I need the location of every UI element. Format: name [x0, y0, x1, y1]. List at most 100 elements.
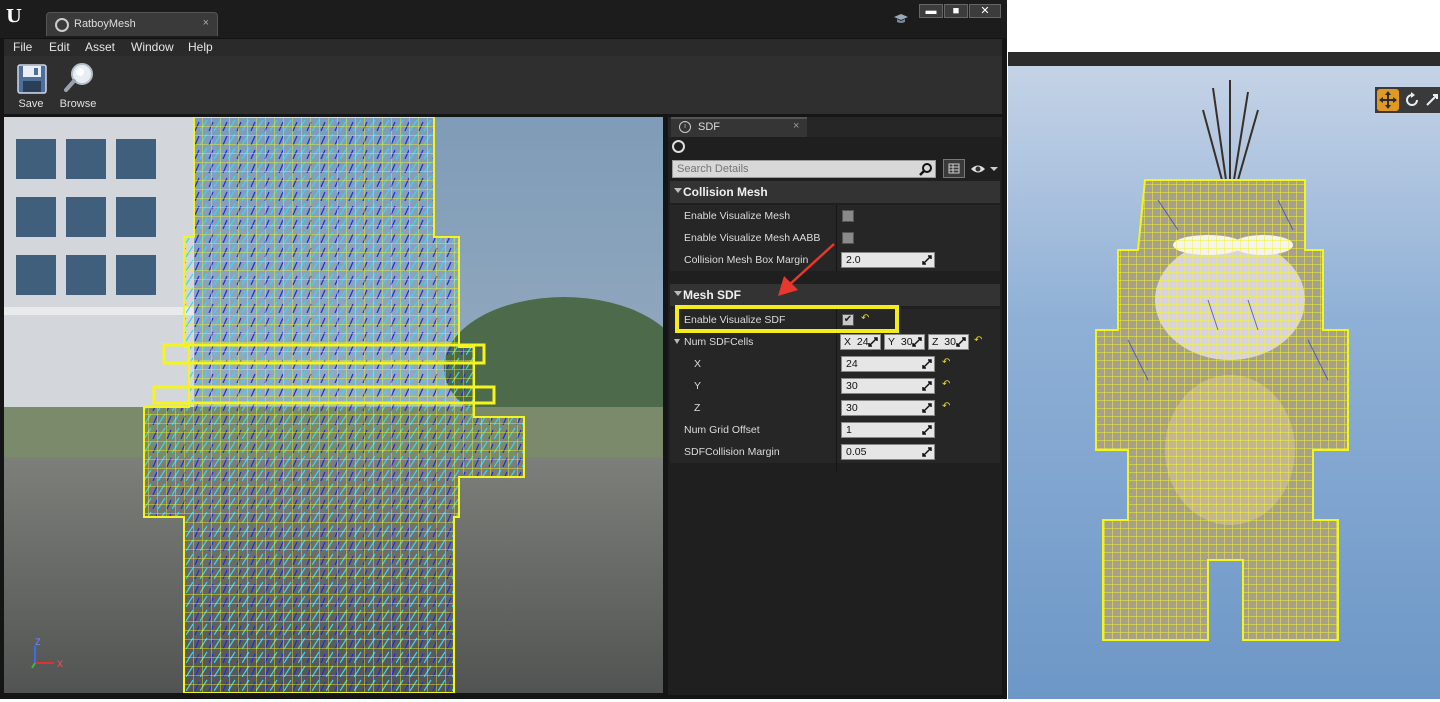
- box-margin-numeric-input[interactable]: 2.0: [841, 252, 935, 268]
- vector-x-text: X 24: [844, 336, 869, 348]
- save-button[interactable]: Save: [8, 60, 54, 112]
- row-num-sdf-cells: Num SDFCells X 24 Y 30 Z 30 ↶: [670, 331, 1000, 353]
- axis-z-label: Z: [35, 637, 41, 647]
- num-sdf-cells-x-input[interactable]: X 24: [840, 334, 881, 350]
- row-sdf-cells-x: X 24 ↶: [670, 353, 1000, 375]
- drag-arrows-icon: [922, 403, 932, 413]
- tab-sdf-close-button[interactable]: ×: [793, 120, 799, 132]
- row-enable-visualize-mesh: Enable Visualize Mesh: [670, 205, 1000, 227]
- transform-tools: [1375, 87, 1440, 113]
- drag-arrows-icon: [868, 337, 878, 347]
- row-sdf-collision-margin: SDFCollision Margin 0.05: [670, 441, 1000, 463]
- rotate-icon[interactable]: [1403, 91, 1421, 109]
- menu-help[interactable]: Help: [188, 40, 213, 54]
- sdf-cells-x-value: 24: [846, 358, 858, 370]
- property-label: Enable Visualize Mesh: [684, 210, 791, 222]
- category-label: Collision Mesh: [683, 185, 768, 199]
- tab-sdf-label: SDF: [698, 121, 720, 133]
- asset-circle-icon: [55, 18, 69, 32]
- visibility-eye-icon[interactable]: [969, 161, 999, 177]
- collapse-arrow-icon: [674, 291, 682, 296]
- num-grid-offset-input[interactable]: 1: [841, 422, 935, 438]
- property-label: Z: [694, 402, 701, 414]
- splitter-tail: [836, 463, 837, 473]
- search-box: [672, 160, 936, 178]
- minimize-button[interactable]: ▬: [919, 4, 943, 18]
- close-window-button[interactable]: ✕: [969, 4, 1001, 18]
- maximize-button[interactable]: ■: [944, 4, 968, 18]
- save-label: Save: [18, 98, 44, 110]
- sdf-cells-y-value: 30: [846, 380, 858, 392]
- graduation-cap-icon[interactable]: [893, 12, 909, 26]
- enable-visualize-mesh-checkbox[interactable]: [842, 210, 854, 222]
- vector-z-text: Z 30: [932, 336, 956, 348]
- reset-to-default-icon[interactable]: ↶: [942, 402, 952, 412]
- num-grid-offset-value: 1: [846, 424, 852, 436]
- property-matrix-button[interactable]: [943, 159, 965, 178]
- num-sdf-cells-z-input[interactable]: Z 30: [928, 334, 969, 350]
- menu-bar: File Edit Asset Window Help: [4, 38, 1002, 57]
- tab-close-button[interactable]: ×: [203, 17, 209, 29]
- menu-file[interactable]: File: [13, 40, 32, 54]
- drag-arrows-icon: [922, 447, 932, 457]
- viewport-scene: [4, 117, 663, 693]
- drag-arrows-icon: [922, 359, 932, 369]
- drag-arrows-icon: [922, 255, 932, 265]
- category-collision-mesh[interactable]: Collision Mesh: [670, 181, 1000, 203]
- toolbar: Save Browse: [4, 56, 1002, 114]
- move-arrows-icon: [1379, 91, 1397, 109]
- game-viewport[interactable]: [1008, 0, 1440, 699]
- highlight-box: [675, 305, 899, 333]
- menu-asset[interactable]: Asset: [85, 40, 115, 54]
- reset-to-default-icon[interactable]: ↶: [942, 380, 952, 390]
- menu-window[interactable]: Window: [131, 40, 174, 54]
- tab-sdf[interactable]: i SDF ×: [671, 117, 807, 137]
- row-num-grid-offset: Num Grid Offset 1: [670, 419, 1000, 441]
- axis-x-label: X: [57, 659, 63, 669]
- search-icon[interactable]: [919, 162, 933, 176]
- category-label: Mesh SDF: [683, 288, 742, 302]
- editor-window: U RatboyMesh × ▬ ■ ✕ File Edit Asset Win…: [0, 0, 1007, 699]
- property-label: SDFCollision Margin: [684, 446, 780, 458]
- drag-arrows-icon: [922, 381, 932, 391]
- browse-label: Browse: [59, 98, 97, 110]
- search-input[interactable]: [673, 161, 921, 177]
- save-disk-icon: [17, 64, 47, 94]
- enable-visualize-mesh-aabb-checkbox[interactable]: [842, 232, 854, 244]
- vector-y-text: Y 30: [888, 336, 913, 348]
- sdf-cells-x-input[interactable]: 24: [841, 356, 935, 372]
- asset-editor-tab[interactable]: RatboyMesh ×: [46, 12, 218, 36]
- reset-to-default-icon[interactable]: ↶: [974, 336, 984, 346]
- object-circle-icon: [672, 140, 685, 153]
- row-sdf-cells-z: Z 30 ↶: [670, 397, 1000, 419]
- sdf-collision-margin-value: 0.05: [846, 446, 867, 458]
- reset-to-default-icon[interactable]: ↶: [942, 358, 952, 368]
- axis-gizmo: Z X: [31, 637, 63, 669]
- property-label: Num SDFCells: [684, 336, 754, 348]
- browse-button[interactable]: Browse: [55, 60, 101, 112]
- grid-view-icon: [948, 163, 960, 174]
- sdf-collision-margin-input[interactable]: 0.05: [841, 444, 935, 460]
- details-panel: i SDF × Collision: [668, 117, 1002, 695]
- tab-title: RatboyMesh: [74, 18, 136, 30]
- sdf-cells-y-input[interactable]: 30: [841, 378, 935, 394]
- drag-arrows-icon: [912, 337, 922, 347]
- drag-arrows-icon: [922, 425, 932, 435]
- num-sdf-cells-y-input[interactable]: Y 30: [884, 334, 925, 350]
- expand-arrow-icon[interactable]: [674, 339, 680, 344]
- mesh-viewport[interactable]: [4, 117, 663, 693]
- menu-edit[interactable]: Edit: [49, 40, 70, 54]
- unreal-logo-icon: U: [6, 6, 22, 27]
- magnifier-icon: [64, 63, 93, 92]
- sdf-cells-z-value: 30: [846, 402, 858, 414]
- box-margin-value: 2.0: [846, 254, 861, 266]
- annotation-arrow-icon: [778, 243, 835, 296]
- scale-icon[interactable]: [1425, 93, 1439, 107]
- property-label: X: [694, 358, 702, 370]
- row-sdf-cells-y: Y 30 ↶: [670, 375, 1000, 397]
- translate-tool-button[interactable]: [1377, 89, 1399, 111]
- property-label: Y: [694, 380, 702, 392]
- sdf-cells-z-input[interactable]: 30: [841, 400, 935, 416]
- drag-arrows-icon: [956, 337, 966, 347]
- collapse-arrow-icon: [674, 188, 682, 193]
